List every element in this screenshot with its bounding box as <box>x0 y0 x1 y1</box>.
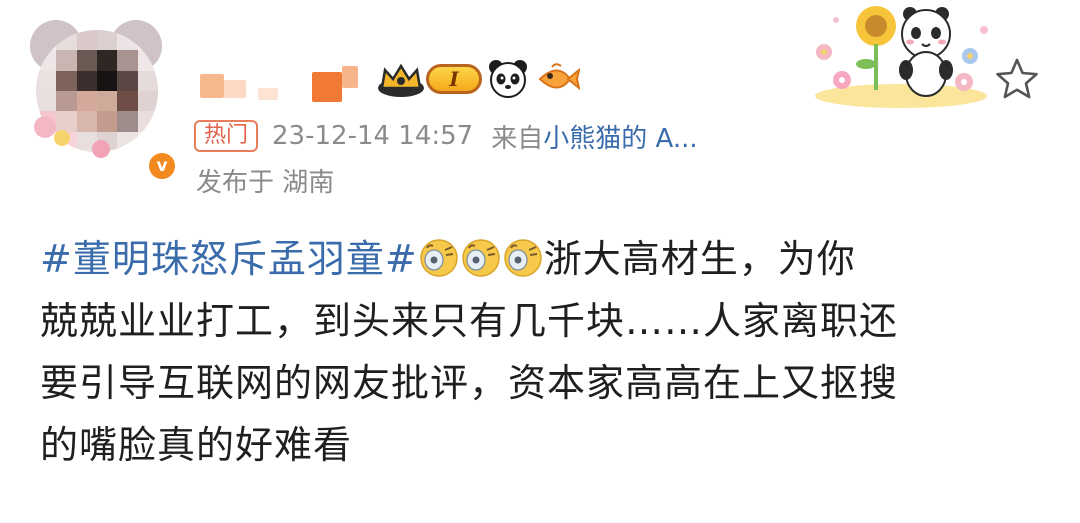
post-text-line: 的嘴脸真的好难看 <box>40 423 353 467</box>
post-timestamp: 23-12-14 14:57 <box>272 121 474 151</box>
obscured-name-block <box>342 66 358 88</box>
post-text: #董明珠怒斥孟羽童# 浙大高材生，为你 兢兢业业打工，到头来只有几千块……人家离职… <box>40 228 1050 476</box>
post-text-segment: 浙大高材生，为你 <box>543 237 856 281</box>
doge-sweat-emoji-icon <box>503 239 542 277</box>
avatar-flower-icon <box>34 116 56 138</box>
author-name-row[interactable]: I <box>200 58 620 104</box>
post-text-line: #董明珠怒斥孟羽童# 浙大高材生，为你 <box>40 228 1050 290</box>
crown-member-icon <box>378 63 424 97</box>
post-location: 发布于 湖南 <box>196 168 335 198</box>
verified-badge-icon: v <box>146 150 178 182</box>
panda-sunflower-sticker-icon <box>815 6 988 108</box>
obscured-name-block <box>224 80 246 98</box>
weibo-post-card: v I 热门 23-12-14 14:57 来自 小熊猫的 A... 发布于 湖… <box>0 0 1080 523</box>
obscured-name-block <box>312 72 342 102</box>
obscured-name-block <box>200 74 224 98</box>
post-source-prefix: 来自 <box>491 123 544 154</box>
panda-emoji-icon <box>489 60 527 98</box>
level-badge-icon: I <box>426 64 482 94</box>
doge-sweat-emoji-icon <box>419 239 458 277</box>
author-avatar[interactable]: v <box>28 20 178 182</box>
goldfish-emoji-icon <box>538 63 580 91</box>
post-text-line: 兢兢业业打工，到头来只有几千块……人家离职还 <box>40 299 899 343</box>
post-meta-row: 热门 23-12-14 14:57 来自 小熊猫的 A... <box>194 116 698 156</box>
hot-tag-badge[interactable]: 热门 <box>194 120 259 152</box>
obscured-name-block <box>258 88 278 100</box>
doge-sweat-emoji-icon <box>461 239 500 277</box>
star-outline-icon[interactable] <box>994 56 1040 102</box>
post-text-line: 要引导互联网的网友批评，资本家高高在上又抠搜 <box>40 361 899 405</box>
hashtag-link[interactable]: #董明珠怒斥孟羽童# <box>40 237 418 281</box>
avatar-flower-icon <box>92 140 110 158</box>
post-source-link[interactable]: 小熊猫的 A... <box>543 118 697 155</box>
avatar-flower-icon <box>54 130 70 146</box>
